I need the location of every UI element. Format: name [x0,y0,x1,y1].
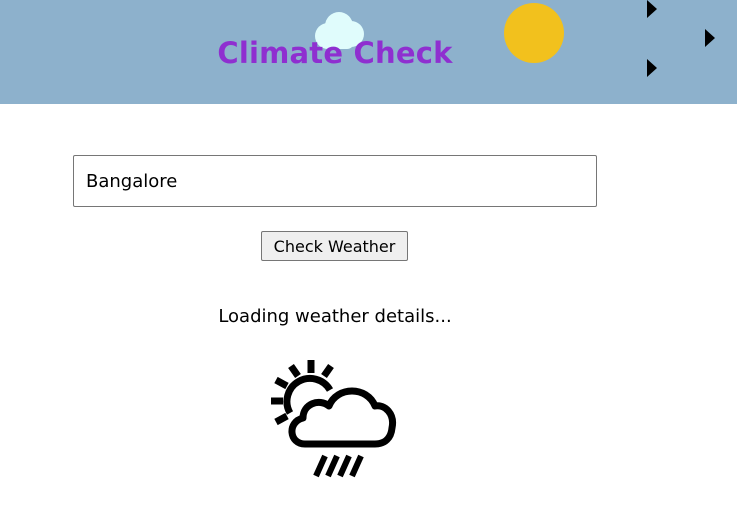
city-search-input[interactable] [73,155,597,207]
check-weather-button[interactable]: Check Weather [261,231,408,261]
bird-icon [705,29,715,47]
header-banner: Climate Check [0,0,737,104]
page-title: Climate Check [217,36,453,70]
partly-cloudy-rain-icon [271,360,397,478]
weather-app: Climate Check Check Weather Loading weat… [0,0,737,524]
loading-status-text: Loading weather details... [218,306,452,327]
bird-icon [647,0,657,18]
